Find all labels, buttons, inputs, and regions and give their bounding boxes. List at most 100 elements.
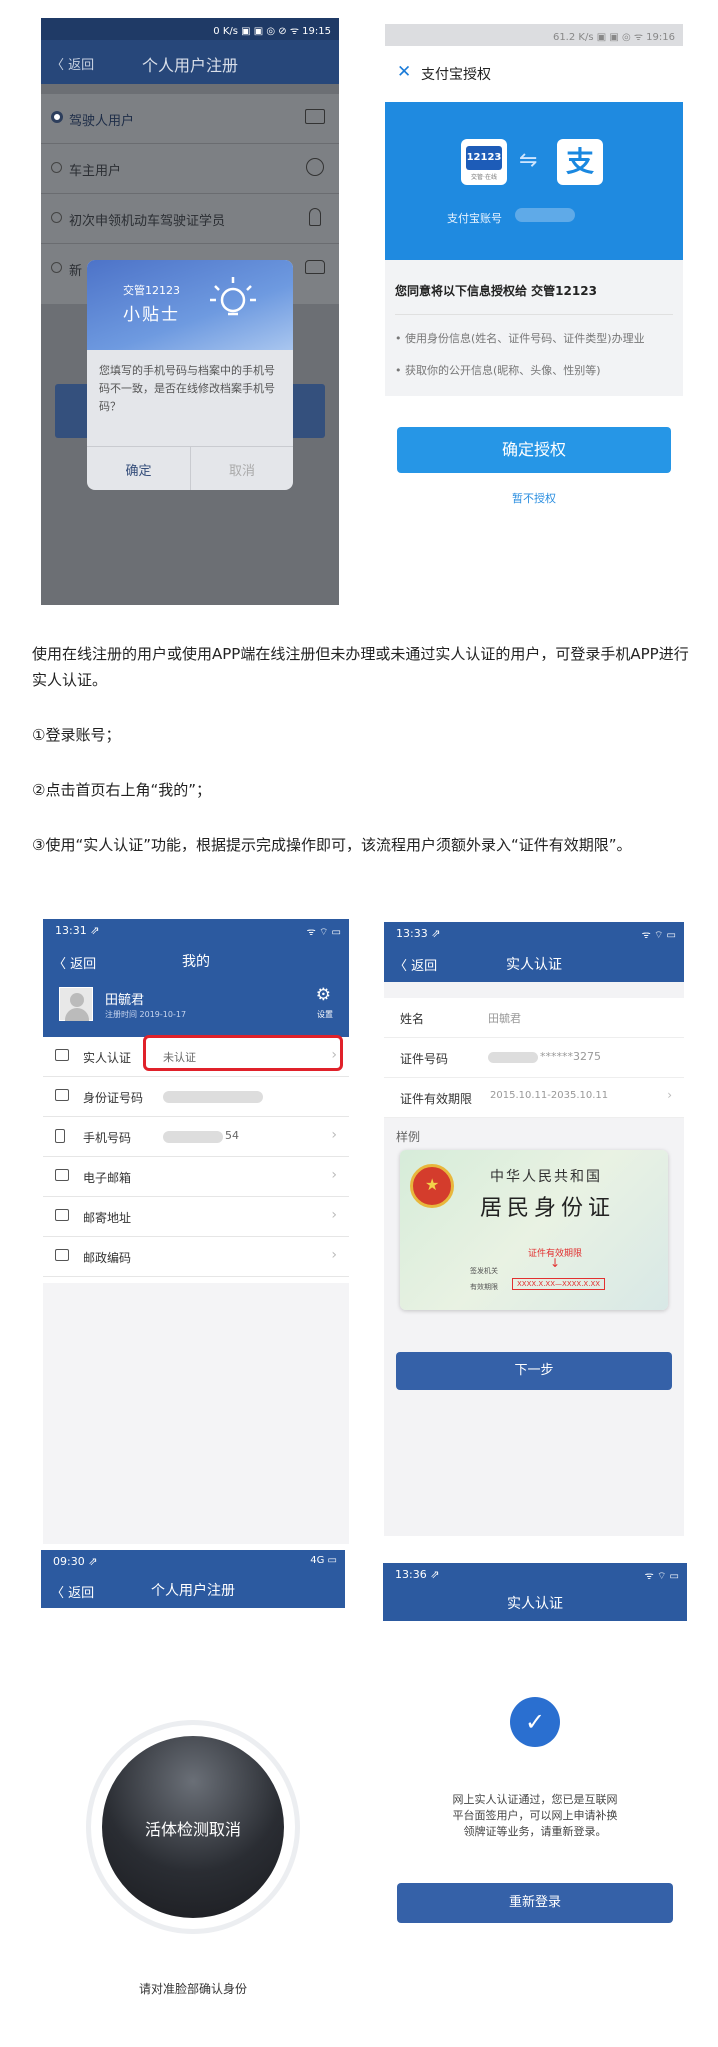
screen-alipay-auth: 61.2 K/s ▣ ▣ ◎ ᯤ 19:16 ✕ 支付宝授权 12123 交管·… (385, 24, 683, 607)
permission-item: • 使用身份信息(姓名、证件号码、证件类型)办理业 (395, 332, 645, 345)
car-icon (305, 260, 325, 274)
check-glyph: ✓ (524, 1708, 546, 1736)
auth-header: ✕ 支付宝授权 (385, 46, 683, 102)
dialog-title: 小贴士 (123, 305, 180, 325)
field-label: 证件号码 (400, 1052, 449, 1066)
nav-bar: 〈 返回 我的 (43, 941, 349, 981)
registration-time: 注册时间 2019-10-17 (105, 1010, 187, 1019)
radio-icon (51, 262, 62, 273)
liveness-status-text: 活体检测取消 (144, 1820, 241, 1839)
card-title-type: 居民身份证 (480, 1196, 616, 1221)
nav-bar: 实人认证 (383, 1585, 687, 1621)
status-time: 13:31 ⇗ (55, 924, 100, 937)
decline-authorize-link[interactable]: 暂不授权 (385, 490, 683, 506)
phone-icon (55, 1129, 65, 1143)
row-address[interactable]: 邮寄地址 › (43, 1197, 349, 1237)
confirm-authorize-button[interactable]: 确定授权 (397, 427, 671, 473)
profile-list: 实人认证 未认证 › 身份证号码 手机号码 54 › 电子邮箱 › 邮寄地址 › (43, 1035, 349, 1283)
card-issuer-label: 签发机关 (470, 1267, 498, 1275)
name-value: 田毓君 (488, 1012, 521, 1025)
row-email[interactable]: 电子邮箱 › (43, 1157, 349, 1197)
dialog-brand: 交管12123 (123, 284, 180, 297)
chevron-right-icon: › (331, 1247, 337, 1263)
row-id-number[interactable]: 身份证号码 (43, 1077, 349, 1117)
auth-banner: 12123 交管·在线 ⇋ 支 支付宝账号 (385, 102, 683, 260)
card-valid-label: 有效期限 (470, 1283, 498, 1291)
next-button[interactable]: 下一步 (396, 1352, 672, 1390)
chevron-right-icon: › (331, 1167, 337, 1183)
role-option-learner[interactable]: 初次申领机动车驾驶证学员 (41, 194, 339, 244)
field-label: 证件有效期限 (400, 1092, 473, 1106)
page-title: 我的 (182, 954, 210, 970)
status-bar: 61.2 K/s ▣ ▣ ◎ ᯤ 19:16 (385, 24, 683, 46)
avatar[interactable] (59, 987, 93, 1021)
row-label: 实人认证 (83, 1051, 132, 1065)
chevron-right-icon: › (331, 1127, 337, 1143)
screen-my-profile: 13:31 ⇗ ᯤ ⌔ ▭ 〈 返回 我的 田毓君 注册时间 2019-10-1… (43, 919, 349, 1544)
phone-blur (163, 1131, 223, 1143)
status-time: 13:33 ⇗ (396, 927, 441, 940)
page-title: 支付宝授权 (421, 67, 491, 83)
step-2: ②点击首页右上角“我的”； (32, 781, 211, 799)
status-indicators: ᯤ ⌔ ▭ (644, 1571, 679, 1582)
settings-label: 设置 (317, 1010, 333, 1019)
tips-dialog: 交管12123 小贴士 您填写的手机号码与档案中的手机号码不一致，是否在线修改档… (87, 260, 293, 490)
app-logo: 12123 交管·在线 (461, 139, 507, 185)
chevron-right-icon: › (331, 1207, 337, 1223)
role-option-label: 新 (69, 264, 83, 279)
dialog-header: 交管12123 小贴士 (87, 260, 293, 350)
auth-icon (55, 1049, 69, 1061)
nav-bar: 〈 返回 实人认证 (384, 944, 684, 982)
national-emblem-icon: ★ (410, 1164, 454, 1208)
profile-header: 田毓君 注册时间 2019-10-17 ⚙ 设置 (43, 981, 349, 1037)
row-phone[interactable]: 手机号码 54 › (43, 1117, 349, 1157)
status-bar: 13:33 ⇗ ᯤ ⌔ ▭ (384, 922, 684, 944)
role-option-owner[interactable]: 车主用户 (41, 144, 339, 194)
role-option-driver[interactable]: 驾驶人用户 (41, 94, 339, 144)
highlight-box (143, 1035, 343, 1071)
row-valid-period[interactable]: 证件有效期限 2015.10.11-2035.10.11 › (384, 1078, 684, 1118)
nav-bar: 〈 返回 个人用户注册 (41, 1572, 345, 1608)
status-bar: 0 K/s ▣ ▣ ◎ ⊘ ᯤ 19:15 (41, 18, 339, 40)
screen-registration-dialog: 0 K/s ▣ ▣ ◎ ⊘ ᯤ 19:15 〈 返回 个人用户注册 驾驶人用户 … (41, 18, 339, 605)
status-indicators: ᯤ ⌔ ▭ (641, 930, 676, 941)
success-message-line: 平台面签用户，可以网上申请补换 (452, 1809, 618, 1822)
row-id: 证件号码 ******3275 (384, 1038, 684, 1078)
dialog-cancel-button[interactable]: 取消 (191, 460, 293, 479)
gear-icon[interactable]: ⚙ (316, 985, 331, 1005)
chevron-right-icon: › (667, 1088, 672, 1102)
id-number-blur (163, 1091, 263, 1103)
status-bar: 13:36 ⇗ ᯤ ⌔ ▭ (383, 1563, 687, 1585)
screen-liveness-check: 09:30 ⇗ 4G ▭ 〈 返回 个人用户注册 活体检测取消 请对准脸部确认身… (41, 1550, 345, 2030)
username: 田毓君 (105, 993, 145, 1008)
success-message-line: 网上实人认证通过，您已是互联网 (452, 1793, 618, 1806)
sample-label: 样例 (396, 1130, 421, 1144)
row-label: 邮寄地址 (83, 1211, 132, 1225)
valid-period-value[interactable]: 2015.10.11-2035.10.11 (490, 1090, 608, 1101)
status-indicators: 61.2 K/s ▣ ▣ ◎ ᯤ 19:16 (552, 32, 675, 43)
divider (395, 314, 673, 315)
step-3: ③使用“实人认证”功能，根据提示完成操作即可，该流程用户须额外录入“证件有效期限… (32, 836, 632, 854)
radio-icon (51, 162, 62, 173)
close-icon[interactable]: ✕ (397, 62, 411, 82)
steering-wheel-icon (306, 158, 324, 176)
alipay-logo-text: 支 (565, 145, 594, 178)
id-blur (488, 1052, 538, 1063)
status-bar: 13:31 ⇗ ᯤ ⌔ ▭ (43, 919, 349, 941)
card-title-country: 中华人民共和国 (490, 1169, 602, 1185)
alipay-account-label: 支付宝账号 (447, 212, 502, 225)
relogin-button[interactable]: 重新登录 (397, 1883, 673, 1923)
page-title: 个人用户注册 (141, 56, 238, 75)
screen-real-name-auth-form: 13:33 ⇗ ᯤ ⌔ ▭ 〈 返回 实人认证 姓名 田毓君 证件号码 ****… (384, 922, 684, 1536)
row-name: 姓名 田毓君 (384, 998, 684, 1038)
row-postcode[interactable]: 邮政编码 › (43, 1237, 349, 1277)
lightbulb-icon (210, 277, 256, 316)
address-icon (55, 1209, 69, 1221)
dialog-confirm-button[interactable]: 确定 (87, 460, 190, 479)
row-label: 手机号码 (83, 1131, 132, 1145)
status-bar: 09:30 ⇗ 4G ▭ (41, 1550, 345, 1572)
status-indicators: ᯤ ⌔ ▭ (306, 927, 341, 938)
app-logo-text: 12123 (466, 146, 502, 170)
paragraph-intro: 使用在线注册的用户或使用APP端在线注册但未办理或未通过实人认证的用户，可登录手… (32, 645, 689, 689)
role-option-label: 初次申领机动车驾驶证学员 (69, 214, 226, 229)
